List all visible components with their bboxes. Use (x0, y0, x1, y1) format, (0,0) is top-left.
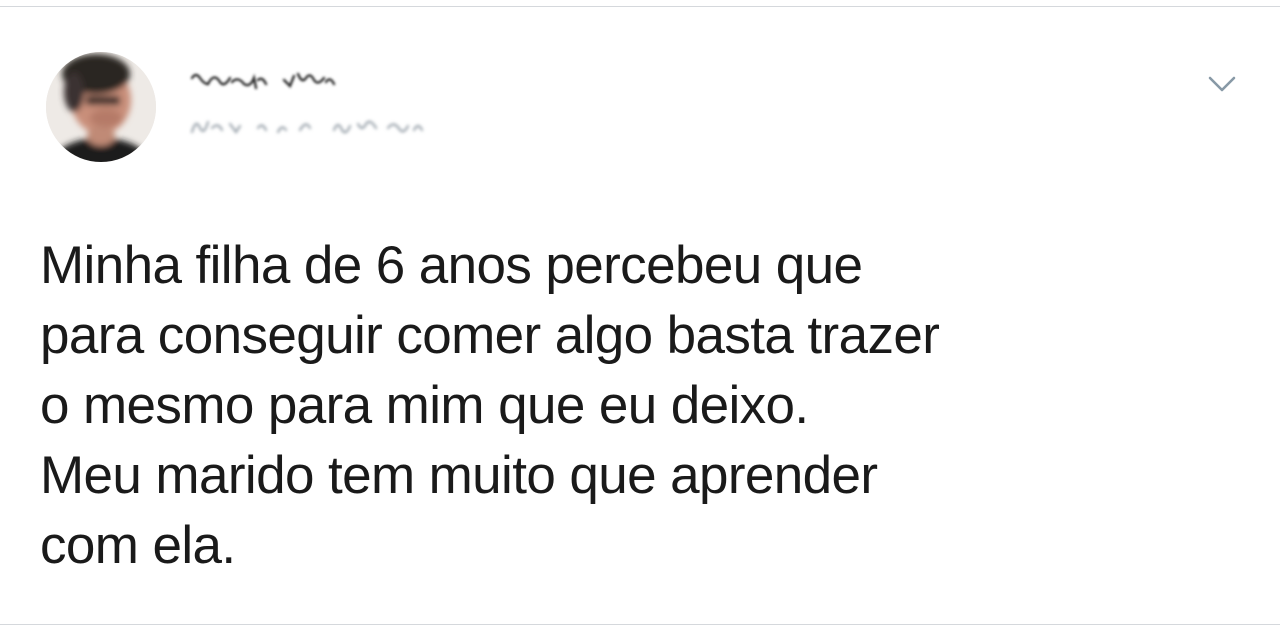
tweet-text: Minha filha de 6 anos percebeu que para … (40, 236, 940, 575)
top-divider (0, 6, 1280, 7)
author-block[interactable] (188, 68, 488, 148)
display-name-obscured[interactable] (188, 68, 348, 94)
tweet-card: Minha filha de 6 anos percebeu que para … (0, 0, 1280, 630)
avatar[interactable] (46, 52, 156, 162)
handle-obscured (188, 114, 448, 138)
bottom-divider (0, 624, 1280, 625)
chevron-down-icon (1205, 73, 1239, 100)
tweet-menu-button[interactable] (1202, 68, 1242, 104)
